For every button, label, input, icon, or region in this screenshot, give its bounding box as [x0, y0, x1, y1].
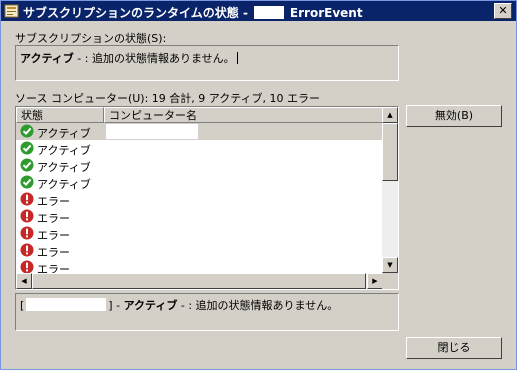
list-rows: アクティブ アクティブ アクティブ アクティブ エラー エラー エラー エラー … [16, 123, 383, 276]
exclamation-circle-icon [20, 226, 34, 240]
list-item[interactable]: エラー [16, 225, 383, 242]
vertical-scrollbar[interactable]: ▲ ▼ [382, 107, 398, 273]
source-computers-list[interactable]: 状態 コンピューター名 アクティブ アクティブ アクティブ アクティブ エラー … [15, 106, 399, 290]
close-window-button[interactable]: ✕ [494, 3, 512, 19]
computer-state: アクティブ [123, 299, 178, 312]
runtime-status-dialog: サブスクリプションのランタイムの状態 - ErrorEvent ✕ サブスクリプシ… [0, 0, 517, 370]
close-button[interactable]: 閉じる [406, 337, 502, 359]
event-viewer-icon [4, 4, 19, 18]
row-status: エラー [37, 229, 70, 242]
list-item[interactable]: アクティブ [16, 123, 383, 140]
list-item[interactable]: アクティブ [16, 140, 383, 157]
list-item[interactable]: アクティブ [16, 174, 383, 191]
scroll-down-icon[interactable]: ▼ [382, 257, 398, 273]
check-circle-icon [20, 158, 34, 172]
row-status: エラー [37, 195, 70, 208]
horizontal-scrollbar[interactable]: ◀ ▶ [16, 273, 383, 289]
close-bracket: ] - [108, 299, 121, 312]
row-status: アクティブ [37, 178, 91, 191]
check-circle-icon [20, 124, 34, 138]
column-header-status[interactable]: 状態 [16, 107, 104, 123]
check-circle-icon [20, 141, 34, 155]
row-status: アクティブ [37, 161, 91, 174]
text-caret [236, 52, 238, 64]
list-item[interactable]: アクティブ [16, 157, 383, 174]
vertical-scroll-thumb[interactable] [382, 123, 398, 181]
window-title-suffix: ErrorEvent [289, 6, 363, 20]
subscription-status-text: アクティブ - : 追加の状態情報ありません。 [20, 50, 238, 66]
scroll-up-icon[interactable]: ▲ [382, 107, 398, 123]
window-title-prefix: サブスクリプションのランタイムの状態 - [23, 6, 248, 20]
source-computers-summary: ソース コンピューター(U): 19 合計, 9 アクティブ, 10 エラー [15, 92, 321, 105]
scroll-left-icon[interactable]: ◀ [16, 273, 32, 289]
redacted-subscription-name [253, 6, 284, 19]
row-status: エラー [37, 246, 70, 259]
exclamation-circle-icon [20, 192, 34, 206]
selected-computer-status-panel: [ ] - アクティブ - : 追加の状態情報ありません。 [15, 293, 399, 331]
subscription-status-label: サブスクリプションの状態(S): [15, 32, 167, 45]
exclamation-circle-icon [20, 243, 34, 257]
selected-computer-status-text: [ ] - アクティブ - : 追加の状態情報ありません。 [20, 297, 338, 313]
computer-state-detail: - : 追加の状態情報ありません。 [177, 299, 339, 312]
list-item[interactable]: エラー [16, 208, 383, 225]
title-bar: サブスクリプションのランタイムの状態 - ErrorEvent ✕ [1, 1, 516, 21]
horizontal-scroll-thumb[interactable] [32, 273, 366, 289]
row-status: エラー [37, 212, 70, 225]
redacted-computer-name [106, 124, 198, 139]
window-title: サブスクリプションのランタイムの状態 - ErrorEvent [23, 4, 363, 21]
open-bracket: [ [20, 299, 25, 312]
subscription-state-detail: - : 追加の状態情報ありません。 [73, 52, 235, 65]
redacted-computer-name [26, 298, 107, 311]
subscription-state: アクティブ [20, 52, 74, 65]
scroll-right-icon[interactable]: ▶ [367, 273, 383, 289]
check-circle-icon [20, 175, 34, 189]
list-item[interactable]: エラー [16, 242, 383, 259]
column-header-computer-name[interactable]: コンピューター名 [104, 107, 383, 123]
subscription-status-panel: アクティブ - : 追加の状態情報ありません。 [15, 45, 399, 81]
row-status: アクティブ [37, 144, 91, 157]
row-status: アクティブ [37, 127, 91, 140]
list-item[interactable]: エラー [16, 191, 383, 208]
exclamation-circle-icon [20, 260, 34, 274]
scrollbar-corner [382, 273, 398, 289]
exclamation-circle-icon [20, 209, 34, 223]
list-header: 状態 コンピューター名 [16, 107, 383, 123]
disable-button[interactable]: 無効(B) [406, 105, 502, 127]
